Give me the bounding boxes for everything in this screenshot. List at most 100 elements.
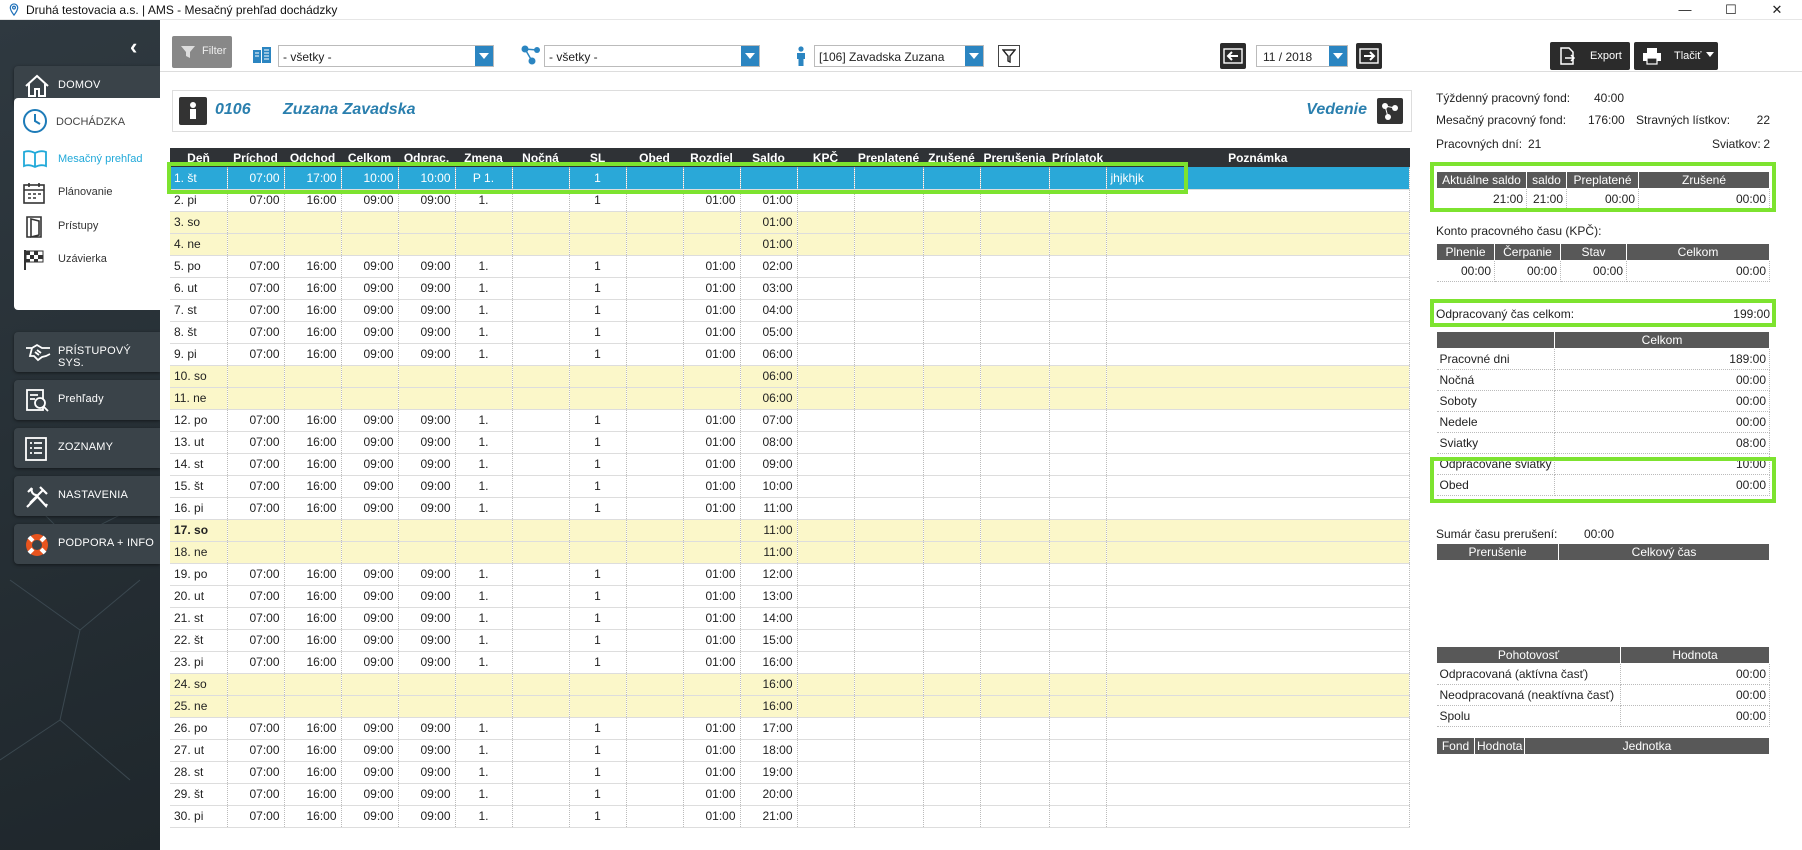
- table-cell[interactable]: 1.: [455, 453, 513, 476]
- table-cell[interactable]: 07:00: [227, 805, 285, 828]
- table-cell[interactable]: 07:00: [227, 431, 285, 454]
- table-row[interactable]: 28. st 07:00 16:00 09:00 09:00 1. 1 01:00 19:00: [170, 761, 1410, 784]
- table-cell[interactable]: [923, 607, 981, 630]
- table-cell[interactable]: 09:00: [398, 189, 456, 212]
- table-cell[interactable]: [398, 541, 456, 564]
- table-cell[interactable]: [1049, 673, 1107, 696]
- table-cell[interactable]: [980, 629, 1050, 652]
- table-cell[interactable]: [923, 585, 981, 608]
- table-cell[interactable]: [854, 607, 924, 630]
- table-cell[interactable]: [923, 299, 981, 322]
- table-cell[interactable]: [797, 761, 855, 784]
- table-cell[interactable]: [626, 387, 684, 410]
- department-structure-icon[interactable]: [1377, 98, 1403, 124]
- table-cell[interactable]: 14. st: [170, 453, 228, 476]
- table-cell[interactable]: 10. so: [170, 365, 228, 388]
- table-cell[interactable]: [569, 541, 627, 564]
- table-cell[interactable]: 1: [569, 783, 627, 806]
- table-cell[interactable]: [1106, 409, 1410, 432]
- table-cell[interactable]: [923, 695, 981, 718]
- table-cell[interactable]: [683, 541, 741, 564]
- table-cell[interactable]: 11:00: [740, 519, 798, 542]
- table-cell[interactable]: [626, 651, 684, 674]
- table-cell[interactable]: 1.: [455, 717, 513, 740]
- table-cell[interactable]: 1.: [455, 739, 513, 762]
- collapse-sidebar-button[interactable]: ‹: [130, 34, 137, 60]
- table-cell[interactable]: 07:00: [227, 475, 285, 498]
- table-cell[interactable]: [980, 431, 1050, 454]
- table-cell[interactable]: 01:00: [683, 431, 741, 454]
- table-cell[interactable]: [512, 629, 570, 652]
- table-cell[interactable]: [854, 585, 924, 608]
- table-cell[interactable]: [683, 673, 741, 696]
- table-cell[interactable]: [512, 585, 570, 608]
- table-cell[interactable]: [1106, 365, 1410, 388]
- table-cell[interactable]: 07:00: [227, 299, 285, 322]
- table-cell[interactable]: 07:00: [227, 255, 285, 278]
- table-cell[interactable]: [1049, 761, 1107, 784]
- table-row[interactable]: 22. št 07:00 16:00 09:00 09:00 1. 1 01:00 15:00: [170, 629, 1410, 652]
- table-cell[interactable]: 16:00: [284, 651, 342, 674]
- table-cell[interactable]: [1049, 387, 1107, 410]
- table-cell[interactable]: [341, 695, 399, 718]
- table-cell[interactable]: [1049, 783, 1107, 806]
- table-cell[interactable]: [1106, 343, 1410, 366]
- table-cell[interactable]: [1049, 343, 1107, 366]
- table-cell[interactable]: 16:00: [284, 277, 342, 300]
- table-cell[interactable]: [854, 343, 924, 366]
- table-cell[interactable]: 28. st: [170, 761, 228, 784]
- table-cell[interactable]: 1: [569, 409, 627, 432]
- table-cell[interactable]: [683, 167, 741, 190]
- table-cell[interactable]: [1106, 321, 1410, 344]
- table-cell[interactable]: [569, 233, 627, 256]
- table-cell[interactable]: 07:00: [227, 321, 285, 344]
- table-cell[interactable]: [854, 629, 924, 652]
- table-cell[interactable]: [227, 211, 285, 234]
- table-cell[interactable]: 1.: [455, 189, 513, 212]
- table-cell[interactable]: [980, 739, 1050, 762]
- table-cell[interactable]: [512, 431, 570, 454]
- table-cell[interactable]: 09:00: [398, 563, 456, 586]
- column-header[interactable]: Príchod: [227, 148, 284, 167]
- table-cell[interactable]: 09:00: [398, 475, 456, 498]
- table-cell[interactable]: [980, 497, 1050, 520]
- table-cell[interactable]: 16:00: [284, 255, 342, 278]
- table-cell[interactable]: 07:00: [227, 651, 285, 674]
- table-cell[interactable]: [1106, 519, 1410, 542]
- table-cell[interactable]: 09:00: [740, 453, 798, 476]
- table-cell[interactable]: [626, 299, 684, 322]
- table-cell[interactable]: 29. št: [170, 783, 228, 806]
- table-cell[interactable]: 07:00: [227, 563, 285, 586]
- table-cell[interactable]: 1.: [455, 761, 513, 784]
- table-cell[interactable]: 09:00: [341, 761, 399, 784]
- table-cell[interactable]: [227, 673, 285, 696]
- table-cell[interactable]: 09:00: [341, 607, 399, 630]
- table-cell[interactable]: [1049, 629, 1107, 652]
- table-cell[interactable]: [1106, 255, 1410, 278]
- table-cell[interactable]: [512, 717, 570, 740]
- table-cell[interactable]: 09:00: [341, 321, 399, 344]
- table-cell[interactable]: [854, 277, 924, 300]
- table-cell[interactable]: 01:00: [683, 739, 741, 762]
- table-row[interactable]: 19. po 07:00 16:00 09:00 09:00 1. 1 01:00 12:00: [170, 563, 1410, 586]
- table-cell[interactable]: 09:00: [398, 299, 456, 322]
- table-cell[interactable]: [980, 167, 1050, 190]
- table-cell[interactable]: 09:00: [398, 585, 456, 608]
- chevron-down-icon[interactable]: [965, 46, 983, 66]
- table-cell[interactable]: [980, 277, 1050, 300]
- table-cell[interactable]: 01:00: [683, 497, 741, 520]
- table-cell[interactable]: [1049, 607, 1107, 630]
- nav-podpora-info[interactable]: PODPORA + INFO: [14, 524, 160, 564]
- table-cell[interactable]: [1106, 233, 1410, 256]
- table-cell[interactable]: [1049, 497, 1107, 520]
- table-cell[interactable]: 21:00: [740, 805, 798, 828]
- table-cell[interactable]: [980, 409, 1050, 432]
- table-cell[interactable]: [227, 365, 285, 388]
- table-cell[interactable]: 10:00: [341, 167, 399, 190]
- table-cell[interactable]: 09:00: [398, 629, 456, 652]
- table-cell[interactable]: [980, 761, 1050, 784]
- column-header[interactable]: Obed: [626, 148, 683, 167]
- table-row[interactable]: 10. so 06:00: [170, 365, 1410, 388]
- table-cell[interactable]: 09:00: [341, 563, 399, 586]
- table-cell[interactable]: 12. po: [170, 409, 228, 432]
